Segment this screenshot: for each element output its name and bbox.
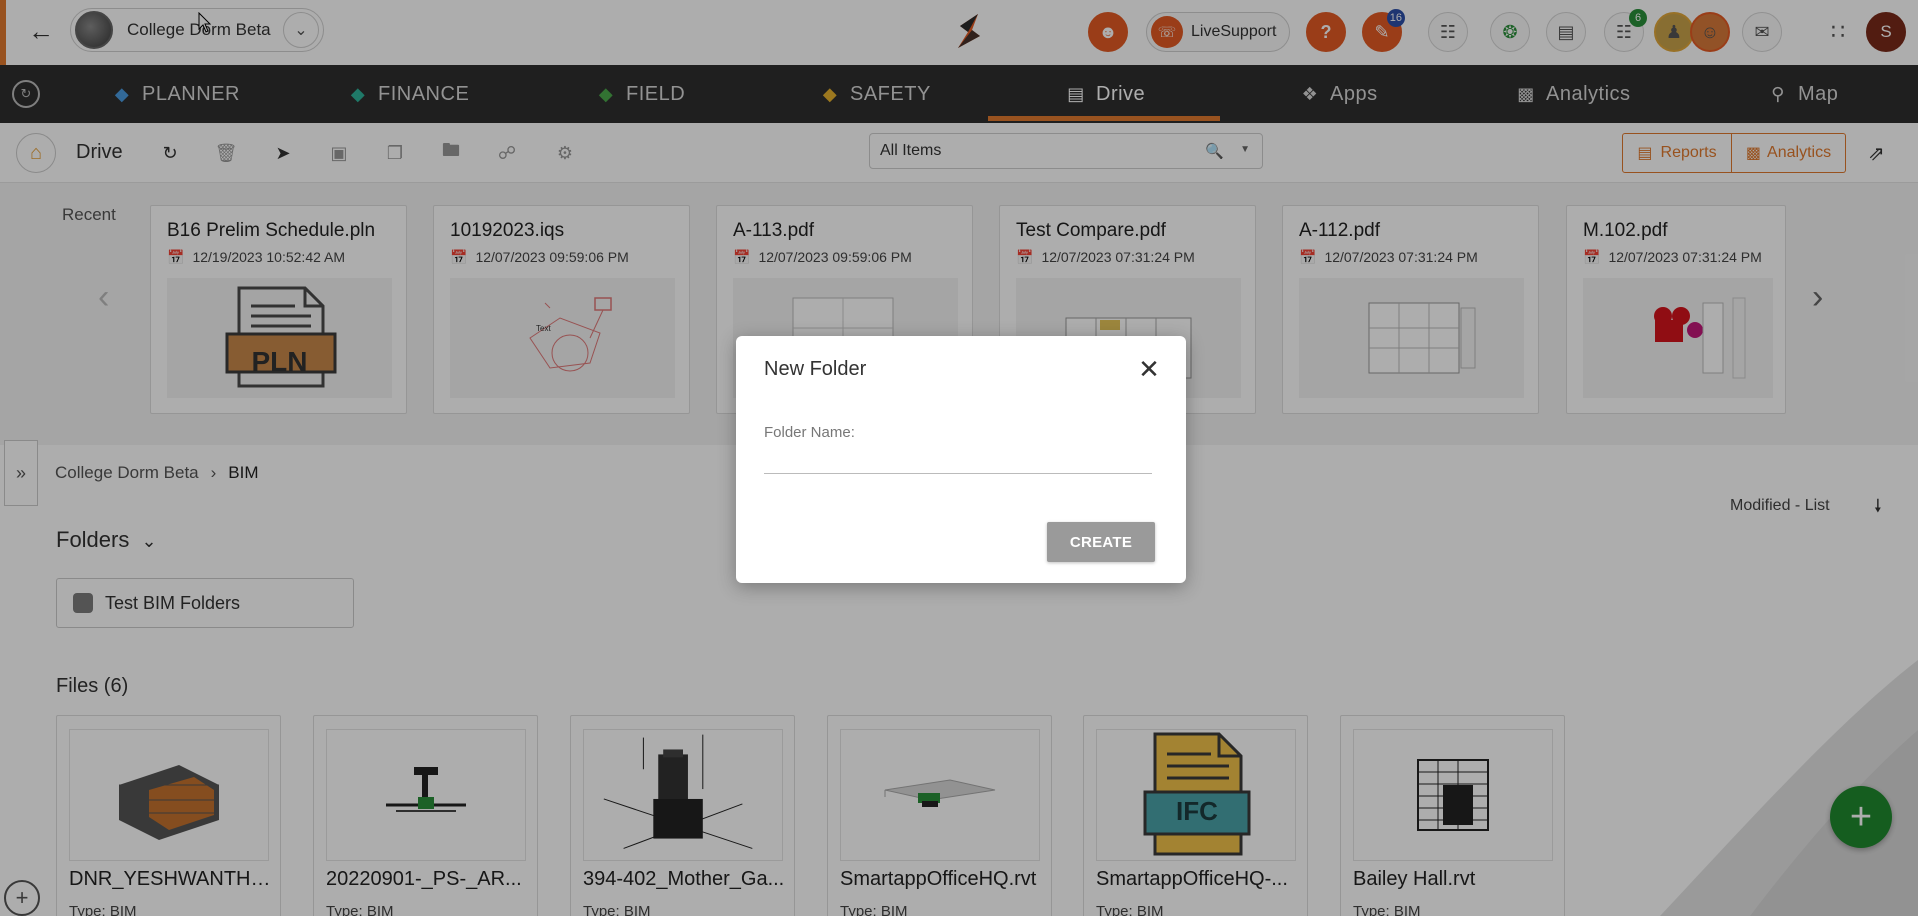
folder-name-input[interactable] (764, 444, 1152, 474)
folder-name-label: Folder Name: (764, 424, 855, 441)
dialog-title: New Folder (764, 358, 867, 380)
close-icon[interactable]: ✕ (1134, 354, 1164, 384)
new-folder-dialog: New Folder ✕ Folder Name: CREATE (736, 336, 1186, 583)
create-button[interactable]: CREATE (1047, 522, 1155, 562)
